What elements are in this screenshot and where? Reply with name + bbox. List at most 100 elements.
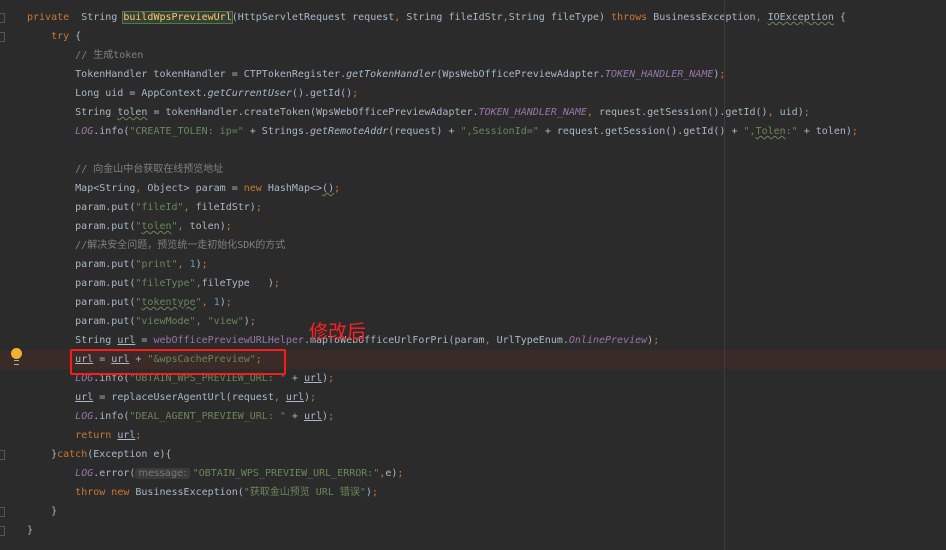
code-token: ; bbox=[225, 297, 232, 308]
fold-marker-icon[interactable] bbox=[0, 450, 5, 460]
code-token: TOKEN_HANDLER_NAME bbox=[604, 69, 714, 80]
code-token: BusinessException bbox=[647, 12, 756, 23]
code-token: String bbox=[69, 12, 124, 23]
code-token: "OBTAIN_WPS_PREVIEW_URL_ERROR:" bbox=[192, 468, 380, 479]
code-token: ; bbox=[255, 202, 262, 213]
fold-marker-icon[interactable] bbox=[0, 507, 5, 517]
code-line[interactable]: private String buildWpsPreviewUrl(HttpSe… bbox=[0, 8, 946, 27]
code-token: + request.getSession().getId() + bbox=[538, 126, 744, 137]
code-token: param.put( bbox=[27, 259, 136, 270]
code-editor[interactable]: private String buildWpsPreviewUrl(HttpSe… bbox=[0, 8, 946, 540]
code-token: = bbox=[135, 335, 154, 346]
code-token: webOfficePreviewURLHelper bbox=[153, 335, 304, 346]
code-line[interactable]: return url; bbox=[0, 426, 946, 445]
code-token: String fileIdStr bbox=[400, 12, 503, 23]
code-token: ; bbox=[653, 335, 660, 346]
code-token: url bbox=[117, 430, 136, 441]
code-token: (WpsWebOfficePreviewAdapter. bbox=[436, 69, 605, 80]
code-token: ; bbox=[397, 468, 404, 479]
code-token: param.put( bbox=[27, 316, 136, 327]
code-token: fileType ) bbox=[201, 278, 274, 289]
code-token: getTokenHandler bbox=[346, 69, 437, 80]
code-token: "DEAL_AGENT_PREVIEW_URL: " bbox=[129, 411, 286, 422]
code-token: buildWpsPreviewUrl bbox=[122, 11, 233, 24]
code-token: return bbox=[75, 430, 112, 441]
code-token: ; bbox=[851, 126, 858, 137]
code-line[interactable]: param.put("fileType",fileType ); bbox=[0, 274, 946, 293]
code-line[interactable]: } bbox=[0, 502, 946, 521]
code-line[interactable]: LOG.info("CREATE_TOLEN: ip=" + Strings.g… bbox=[0, 122, 946, 141]
code-line[interactable]: param.put("tokentype", 1); bbox=[0, 293, 946, 312]
code-token: url bbox=[117, 335, 136, 346]
code-token: getRemoteAddr bbox=[309, 126, 389, 137]
code-token: e) bbox=[385, 468, 398, 479]
code-token: ; bbox=[201, 259, 208, 270]
parameter-hint: message: bbox=[135, 468, 190, 479]
fold-marker-icon[interactable] bbox=[0, 32, 5, 42]
code-token: ; bbox=[328, 373, 335, 384]
code-token: param.put( bbox=[27, 221, 136, 232]
code-line[interactable]: TokenHandler tokenHandler = CTPTokenRegi… bbox=[0, 65, 946, 84]
code-token: "view" bbox=[207, 316, 244, 327]
code-token: = tokenHandler.createToken(WpsWebOfficeP… bbox=[147, 107, 479, 118]
code-line[interactable]: Map<String, Object> param = new HashMap<… bbox=[0, 179, 946, 198]
code-line[interactable]: param.put("tolen", tolen); bbox=[0, 217, 946, 236]
code-line[interactable]: } bbox=[0, 521, 946, 540]
code-line[interactable]: }catch(Exception e){ bbox=[0, 445, 946, 464]
code-line[interactable]: // 生成token bbox=[0, 46, 946, 65]
code-line[interactable]: Long uid = AppContext.getCurrentUser().g… bbox=[0, 84, 946, 103]
lightbulb-icon[interactable] bbox=[11, 348, 22, 365]
fold-marker-icon[interactable] bbox=[0, 13, 5, 23]
code-token: .info( bbox=[93, 411, 130, 422]
code-token: String bbox=[27, 107, 118, 118]
code-token: TokenHandler tokenHandler = CTPTokenRegi… bbox=[27, 69, 347, 80]
code-token: LOG bbox=[75, 411, 94, 422]
code-line[interactable]: param.put("print", 1); bbox=[0, 255, 946, 274]
code-line[interactable]: //解决安全问题，预览统一走初始化SDK的方式 bbox=[0, 236, 946, 255]
code-line[interactable]: LOG.info("DEAL_AGENT_PREVIEW_URL: " + ur… bbox=[0, 407, 946, 426]
code-token: Object> param = bbox=[141, 183, 244, 194]
code-token: param.put( bbox=[27, 297, 136, 308]
code-token: // 向金山中台获取在线预览地址 bbox=[75, 164, 224, 175]
code-token: HashMap<> bbox=[261, 183, 323, 194]
code-token: ; bbox=[310, 392, 317, 403]
code-line[interactable]: param.put("fileId", fileIdStr); bbox=[0, 198, 946, 217]
code-token: catch bbox=[57, 449, 88, 460]
code-line[interactable]: String url = webOfficePreviewURLHelper.m… bbox=[0, 331, 946, 350]
code-token: ; bbox=[803, 107, 810, 118]
code-token: ; bbox=[249, 316, 256, 327]
code-line[interactable]: String tolen = tokenHandler.createToken(… bbox=[0, 103, 946, 122]
code-line[interactable]: param.put("viewMode", "view"); bbox=[0, 312, 946, 331]
code-token: (request) + bbox=[388, 126, 461, 137]
code-token: "print" bbox=[135, 259, 178, 270]
code-token: String bbox=[27, 335, 118, 346]
code-line[interactable] bbox=[0, 141, 946, 160]
code-token: ; bbox=[273, 278, 280, 289]
code-token: "viewMode" bbox=[135, 316, 196, 327]
code-token: tolen bbox=[141, 221, 172, 232]
fold-marker-icon[interactable] bbox=[0, 526, 5, 536]
code-line[interactable]: LOG.error(message: "OBTAIN_WPS_PREVIEW_UR… bbox=[0, 464, 946, 483]
code-token: () bbox=[322, 183, 335, 194]
code-line[interactable]: // 向金山中台获取在线预览地址 bbox=[0, 160, 946, 179]
code-line[interactable]: url = replaceUserAgentUrl(request, url); bbox=[0, 388, 946, 407]
code-token: try bbox=[51, 31, 70, 42]
code-token: url bbox=[285, 392, 304, 403]
code-token: + bbox=[285, 373, 304, 384]
code-token: TOKEN_HANDLER_NAME bbox=[478, 107, 587, 118]
code-line[interactable]: try { bbox=[0, 27, 946, 46]
code-token: { bbox=[833, 12, 846, 23]
code-token: + tolen) bbox=[797, 126, 852, 137]
right-margin-guide bbox=[724, 0, 725, 550]
code-line[interactable]: throw new BusinessException("获取金山预览 URL … bbox=[0, 483, 946, 502]
code-token: tolen) bbox=[183, 221, 226, 232]
code-token: IOException bbox=[767, 12, 834, 23]
